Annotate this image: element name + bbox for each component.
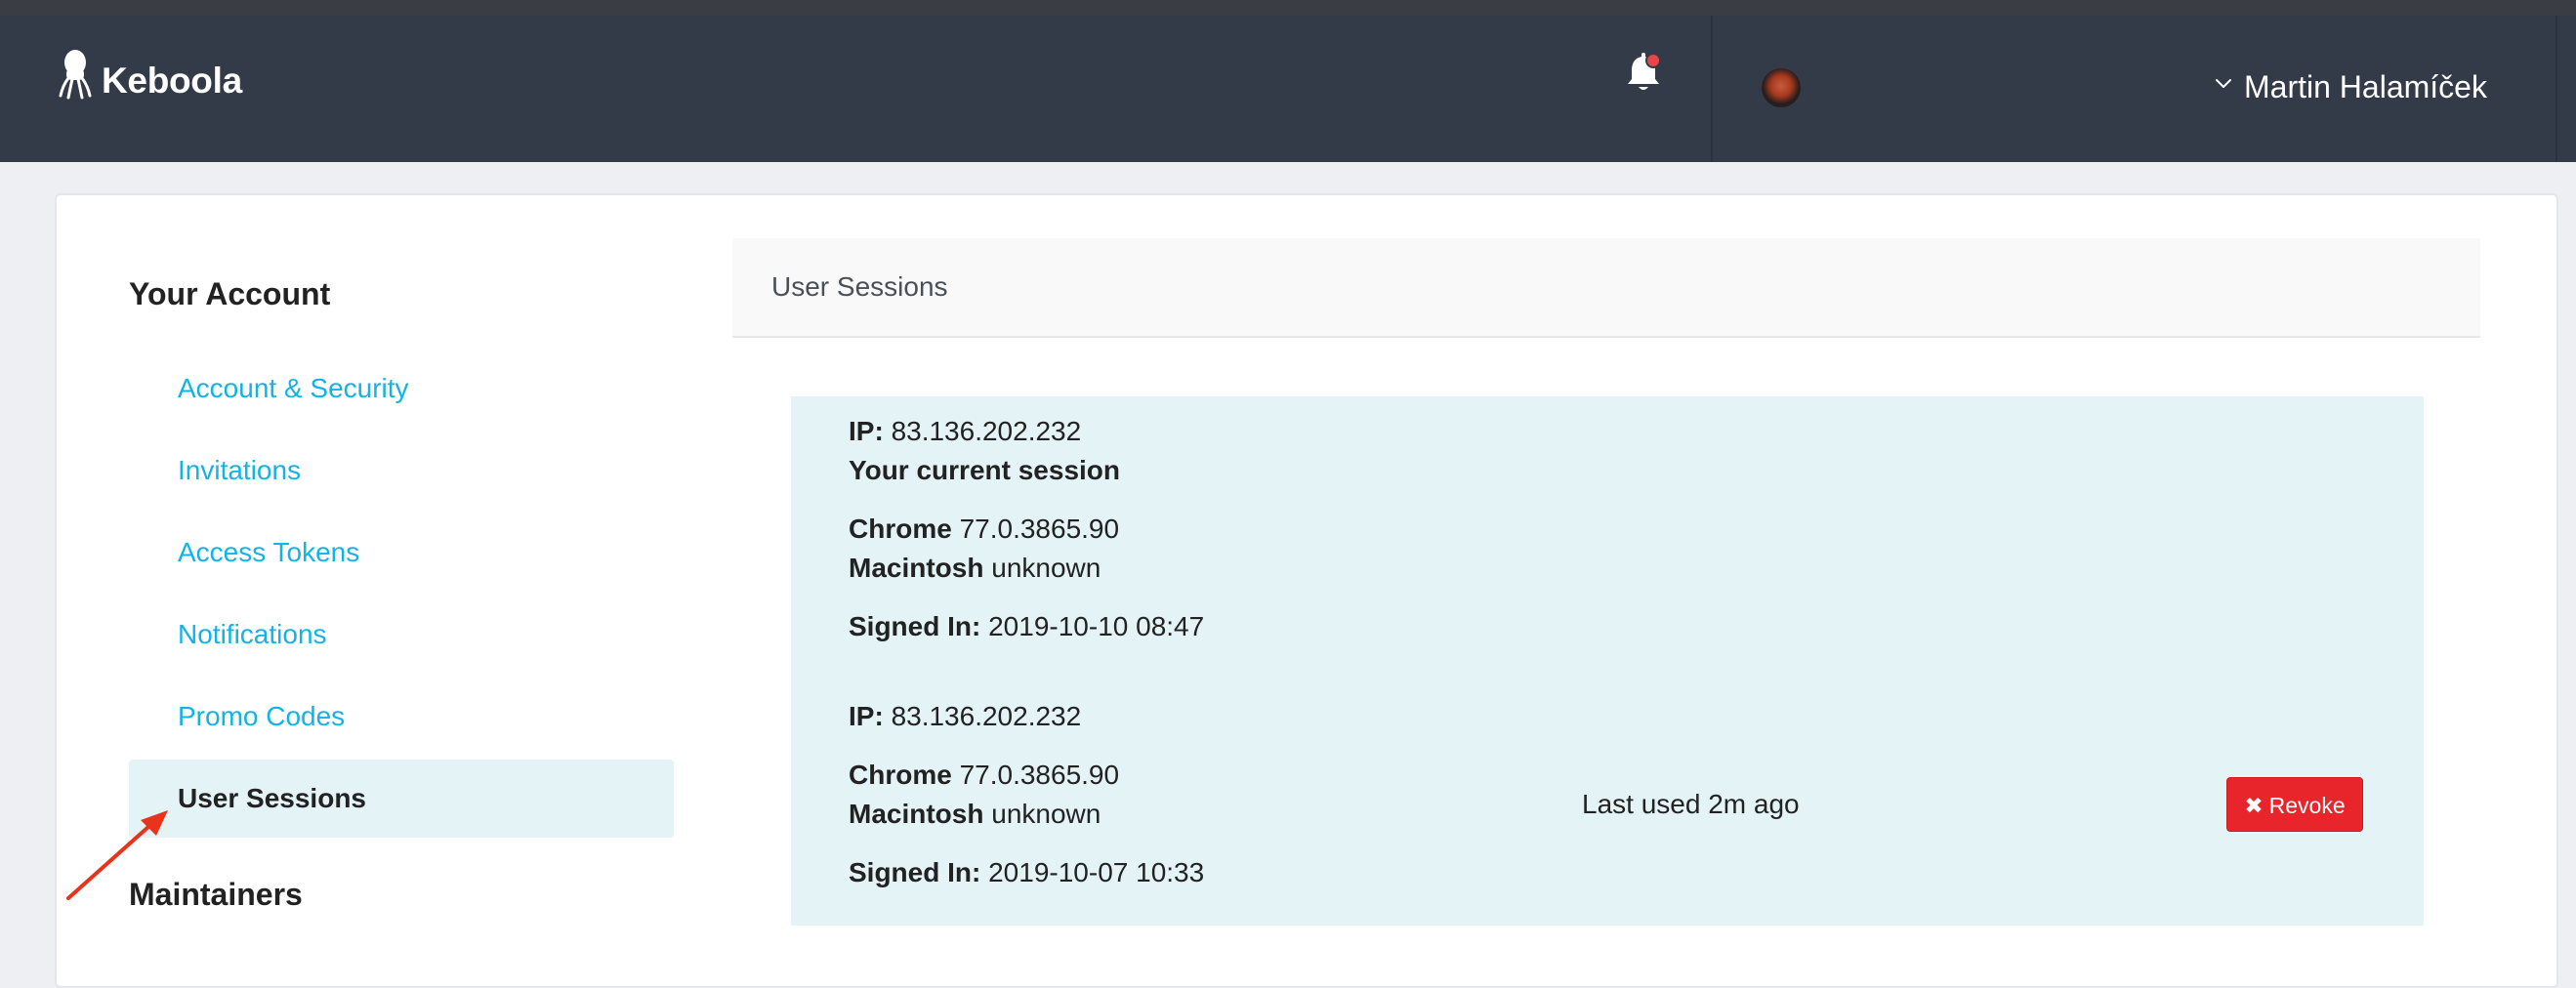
sidebar-item-account-security[interactable]: Account & Security: [178, 371, 409, 406]
sidebar-heading: Your Account: [129, 276, 331, 311]
brand-name[interactable]: Keboola: [102, 60, 242, 103]
revoke-button[interactable]: ✖ Revoke: [2226, 777, 2363, 832]
sidebar-item-label: User Sessions: [178, 783, 366, 813]
session-ip: IP: 83.136.202.232: [849, 416, 1082, 446]
session-signed-in: Signed In: 2019-10-07 10:33: [849, 857, 1205, 887]
sidebar-item-access-tokens[interactable]: Access Tokens: [178, 535, 359, 570]
panel-header: [732, 238, 2480, 338]
session-browser: Chrome 77.0.3865.90: [849, 514, 1120, 544]
close-icon: ✖: [2244, 793, 2264, 818]
session-os: Macintosh unknown: [849, 799, 1101, 829]
annotation-arrow-icon: [66, 810, 168, 900]
current-session-label: Your current session: [849, 455, 1121, 485]
avatar[interactable]: [1762, 68, 1801, 107]
window-top-strip: [0, 0, 2576, 16]
sidebar-item-invitations[interactable]: Invitations: [178, 453, 301, 488]
session-browser: Chrome 77.0.3865.90: [849, 760, 1120, 790]
user-menu-name[interactable]: Martin Halamíček: [2244, 67, 2487, 106]
session-signed-in: Signed In: 2019-10-10 08:47: [849, 611, 1205, 641]
sidebar-item-notifications[interactable]: Notifications: [178, 617, 327, 652]
chevron-down-icon[interactable]: [2215, 77, 2232, 91]
session-last-used: Last used 2m ago: [1582, 789, 1800, 819]
octopus-logo-icon[interactable]: [59, 49, 92, 100]
header-divider: [1711, 16, 1713, 162]
session-os: Macintosh unknown: [849, 553, 1101, 583]
header-divider: [2555, 16, 2557, 162]
session-ip: IP: 83.136.202.232: [849, 701, 1082, 731]
page-title: User Sessions: [771, 271, 948, 302]
notification-dot: [1645, 53, 1661, 68]
sidebar-item-promo-codes[interactable]: Promo Codes: [178, 699, 345, 734]
bell-icon[interactable]: [1625, 51, 1662, 94]
revoke-label: Revoke: [2268, 793, 2346, 818]
top-navbar: [0, 16, 2576, 162]
